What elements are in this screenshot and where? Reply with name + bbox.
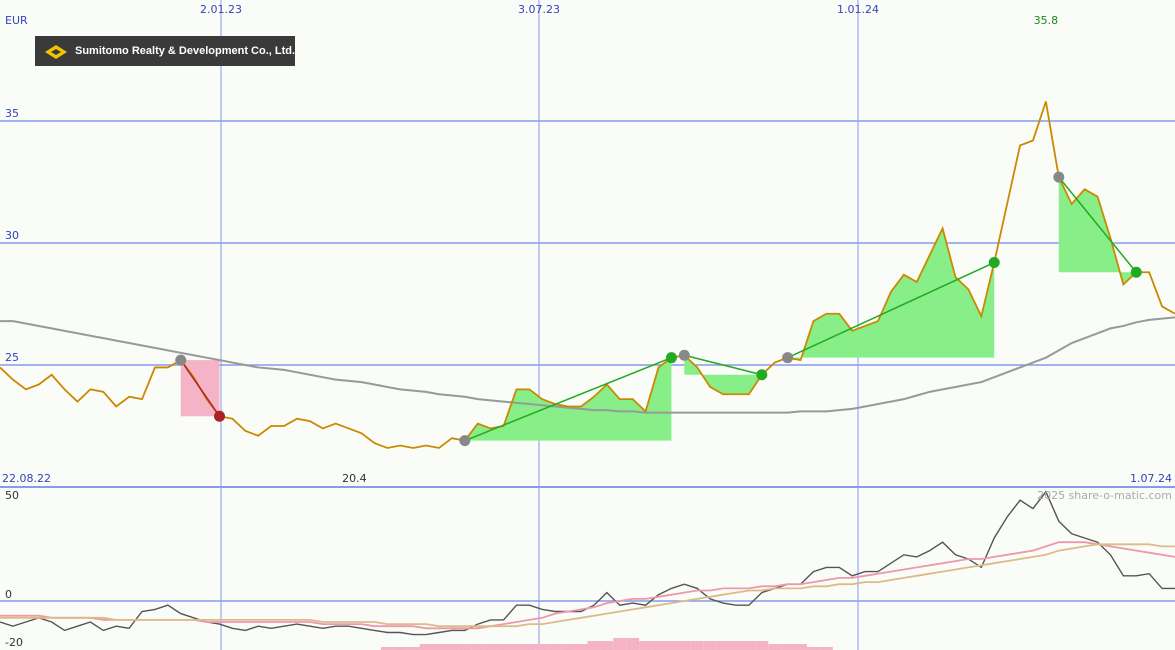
currency-label: EUR bbox=[5, 14, 28, 27]
y-tick-label: 25 bbox=[5, 351, 19, 364]
trade-exit-point bbox=[1130, 266, 1142, 278]
histogram-bar bbox=[626, 638, 640, 650]
histogram-bar bbox=[510, 644, 523, 650]
histogram-bar bbox=[587, 641, 601, 650]
max-price-label: 35.8 bbox=[1034, 14, 1059, 27]
min-price-label: 20.4 bbox=[342, 472, 367, 485]
histogram-bar bbox=[535, 644, 549, 650]
axis-labels: 2.01.23 3.07.23 1.01.24 25 30 35 EUR 22.08.22 1.… bbox=[2, 3, 1172, 649]
histogram-bar bbox=[639, 641, 653, 650]
end-date-label: 1.07.24 bbox=[1130, 472, 1172, 485]
histogram-bar bbox=[548, 644, 562, 650]
histogram-bar bbox=[522, 644, 536, 650]
trade-exit-point bbox=[988, 257, 1000, 269]
oscillator-panel bbox=[0, 490, 1175, 650]
trade-gain-area bbox=[1058, 177, 1137, 285]
osc-tick-label: -20 bbox=[5, 636, 23, 649]
trade-entry-point bbox=[1053, 171, 1065, 183]
trade-exit-point bbox=[756, 369, 768, 381]
company-logo-banner: Sumitomo Realty & Development Co., Ltd. bbox=[35, 36, 295, 66]
histogram-bar bbox=[484, 644, 498, 650]
watermark: 2025 share-o-matic.com bbox=[1037, 489, 1172, 502]
x-tick-label: 2.01.23 bbox=[200, 3, 242, 16]
trade-entry-point bbox=[175, 354, 187, 366]
histogram-bar bbox=[471, 644, 485, 650]
osc-tick-label: 0 bbox=[5, 588, 12, 601]
histogram-bar bbox=[652, 641, 665, 650]
histogram-bar bbox=[561, 644, 575, 650]
histogram-bar bbox=[716, 641, 730, 650]
stock-chart: 2.01.23 3.07.23 1.01.24 25 30 35 EUR 22.08.22 1.… bbox=[0, 0, 1175, 650]
trade-gain-area bbox=[787, 228, 995, 361]
histogram-bar bbox=[664, 641, 678, 650]
histogram-bar bbox=[690, 641, 704, 650]
start-date-label: 22.08.22 bbox=[2, 472, 51, 485]
histogram-bar bbox=[600, 641, 614, 650]
histogram-bar bbox=[677, 641, 691, 650]
histogram-bar bbox=[445, 644, 459, 650]
histogram-bar bbox=[755, 641, 769, 650]
x-tick-label: 1.01.24 bbox=[837, 3, 879, 16]
y-tick-label: 35 bbox=[5, 107, 19, 120]
histogram-bar bbox=[768, 644, 782, 650]
company-logo-icon bbox=[45, 44, 67, 59]
histogram-bar bbox=[794, 644, 808, 650]
osc-tick-label: 50 bbox=[5, 489, 19, 502]
trade-exit-point bbox=[665, 352, 677, 364]
histogram-bar bbox=[419, 644, 433, 650]
price-line bbox=[0, 101, 1175, 449]
histogram-bar bbox=[432, 644, 446, 650]
trade-exit-point bbox=[214, 410, 226, 422]
histogram-bar bbox=[729, 641, 743, 650]
series-lines bbox=[0, 101, 1175, 449]
grid bbox=[0, 0, 1175, 650]
histogram-bar bbox=[458, 644, 472, 650]
trade-entry-point bbox=[782, 352, 794, 364]
histogram-bar bbox=[703, 641, 717, 650]
trade-entry-point bbox=[459, 435, 471, 447]
company-name: Sumitomo Realty & Development Co., Ltd. bbox=[75, 45, 296, 57]
histogram-bar bbox=[497, 644, 511, 650]
signal-line-pink bbox=[0, 541, 1175, 630]
histogram-bar bbox=[574, 644, 588, 650]
histogram-bar bbox=[742, 641, 756, 650]
trade-entry-point bbox=[678, 349, 690, 361]
trade-gain-area bbox=[684, 355, 762, 395]
trade-fills bbox=[180, 177, 1137, 441]
histogram-bar bbox=[613, 638, 627, 650]
x-tick-label: 3.07.23 bbox=[518, 3, 560, 16]
y-tick-label: 30 bbox=[5, 229, 19, 242]
histogram-bar bbox=[781, 644, 795, 650]
